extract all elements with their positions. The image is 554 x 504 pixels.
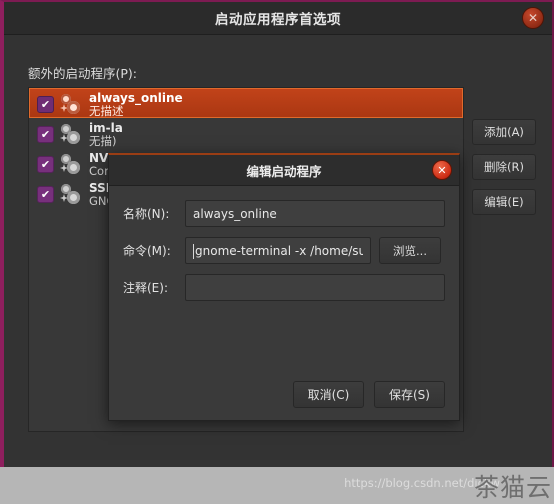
cancel-button[interactable]: 取消(C) — [293, 381, 364, 408]
gears-icon — [60, 123, 82, 147]
edit-startup-program-dialog: 编辑启动程序 ✕ 名称(N): 命令(M): 浏览... 注释(E): — [108, 153, 460, 421]
name-label: 名称(N): — [123, 207, 170, 221]
comment-field-row: 注释(E): — [123, 274, 445, 301]
dialog-actions: 取消(C) 保存(S) — [293, 381, 445, 408]
list-action-buttons: 添加(A) 删除(R) 编辑(E) — [472, 119, 536, 224]
command-label: 命令(M): — [123, 244, 171, 258]
window-title: 启动应用程序首选项 — [215, 12, 341, 28]
gears-icon — [60, 183, 82, 207]
checkbox-enabled[interactable]: ✔ — [37, 156, 54, 173]
add-button[interactable]: 添加(A) — [472, 119, 536, 145]
list-item[interactable]: ✔ im-la 无描) — [29, 118, 463, 148]
watermark-brand: 茶猫云 — [473, 473, 552, 502]
gears-icon — [60, 153, 82, 177]
list-item-description: 无描述 — [89, 104, 124, 118]
list-item-text: always_online 无描述 — [89, 91, 183, 118]
comment-label: 注释(E): — [123, 281, 168, 295]
remove-button[interactable]: 删除(R) — [472, 154, 536, 180]
command-input[interactable] — [185, 237, 371, 264]
startup-applications-window: 启动应用程序首选项 ✕ 额外的启动程序(P): ✔ always_online … — [0, 0, 554, 467]
command-field-row: 命令(M): 浏览... — [123, 237, 445, 264]
window-close-icon[interactable]: ✕ — [522, 7, 544, 29]
startup-list-label: 额外的启动程序(P): — [28, 66, 138, 81]
watermark-bar: https://blog.csdn.net/dickw 茶猫云 — [0, 467, 554, 502]
window-titlebar: 启动应用程序首选项 ✕ — [4, 2, 552, 35]
list-item-text: im-la 无描) — [89, 121, 123, 148]
dialog-title: 编辑启动程序 — [246, 163, 322, 179]
dialog-close-icon[interactable]: ✕ — [432, 160, 452, 180]
checkbox-enabled[interactable]: ✔ — [37, 126, 54, 143]
name-field-row: 名称(N): — [123, 200, 445, 227]
gears-icon — [60, 93, 82, 117]
checkbox-enabled[interactable]: ✔ — [37, 186, 54, 203]
list-item[interactable]: ✔ always_online 无描述 — [29, 88, 463, 118]
checkbox-enabled[interactable]: ✔ — [37, 96, 54, 113]
screenshot-root: 启动应用程序首选项 ✕ 额外的启动程序(P): ✔ always_online … — [0, 0, 554, 502]
window-body: 额外的启动程序(P): ✔ always_online 无描述 ✔ im-la … — [4, 35, 552, 467]
comment-input[interactable] — [185, 274, 445, 301]
dialog-content: 名称(N): 命令(M): 浏览... 注释(E): 取消(C) — [109, 186, 459, 420]
list-item-description: 无描) — [89, 134, 117, 148]
edit-button[interactable]: 编辑(E) — [472, 189, 536, 215]
browse-button[interactable]: 浏览... — [379, 237, 441, 264]
save-button[interactable]: 保存(S) — [374, 381, 445, 408]
name-input[interactable] — [185, 200, 445, 227]
dialog-titlebar: 编辑启动程序 ✕ — [109, 155, 459, 186]
